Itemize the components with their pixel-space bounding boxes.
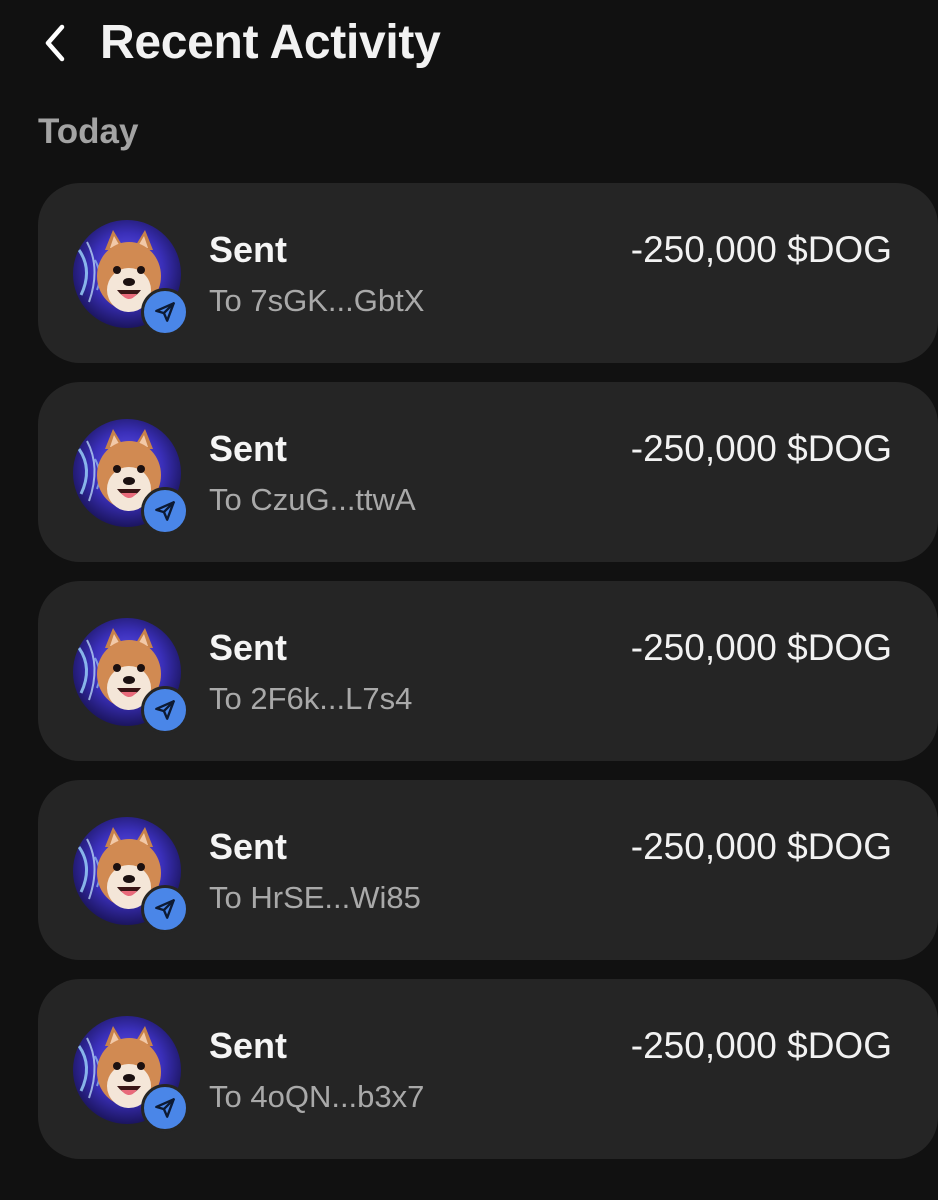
transaction-card[interactable]: Sent To CzuG...ttwA -250,000 $DOG xyxy=(38,382,938,562)
transaction-type: Sent xyxy=(209,229,288,270)
transaction-card[interactable]: Sent To 2F6k...L7s4 -250,000 $DOG xyxy=(38,581,938,761)
section-label-today: Today xyxy=(38,112,139,151)
transaction-amount: -250,000 $DOG xyxy=(630,229,892,270)
transaction-amount: -250,000 $DOG xyxy=(630,826,892,867)
page-title: Recent Activity xyxy=(100,16,441,69)
transaction-card[interactable]: Sent To 4oQN...b3x7 -250,000 $DOG xyxy=(38,979,938,1159)
transaction-type: Sent xyxy=(209,627,288,668)
transaction-card[interactable]: Sent To HrSE...Wi85 -250,000 $DOG xyxy=(38,780,938,960)
transaction-destination: To HrSE...Wi85 xyxy=(209,880,421,915)
back-button[interactable] xyxy=(30,18,80,68)
header: Recent Activity xyxy=(0,0,938,90)
transaction-destination: To CzuG...ttwA xyxy=(209,482,416,517)
transaction-type: Sent xyxy=(209,826,288,867)
transaction-amount: -250,000 $DOG xyxy=(630,428,892,469)
send-arrow-icon xyxy=(141,288,189,336)
send-arrow-icon xyxy=(141,686,189,734)
transaction-amount: -250,000 $DOG xyxy=(630,1025,892,1066)
activity-list: Sent To 7sGK...GbtX -250,000 $DOG Sent T… xyxy=(38,183,938,1178)
transaction-amount: -250,000 $DOG xyxy=(630,627,892,668)
send-arrow-icon xyxy=(141,487,189,535)
chevron-left-icon xyxy=(45,24,65,62)
send-arrow-icon xyxy=(141,885,189,933)
transaction-destination: To 7sGK...GbtX xyxy=(209,283,425,318)
transaction-type: Sent xyxy=(209,1025,288,1066)
send-arrow-icon xyxy=(141,1084,189,1132)
transaction-destination: To 4oQN...b3x7 xyxy=(209,1079,425,1114)
transaction-card[interactable]: Sent To 7sGK...GbtX -250,000 $DOG xyxy=(38,183,938,363)
transaction-destination: To 2F6k...L7s4 xyxy=(209,681,413,716)
transaction-type: Sent xyxy=(209,428,288,469)
